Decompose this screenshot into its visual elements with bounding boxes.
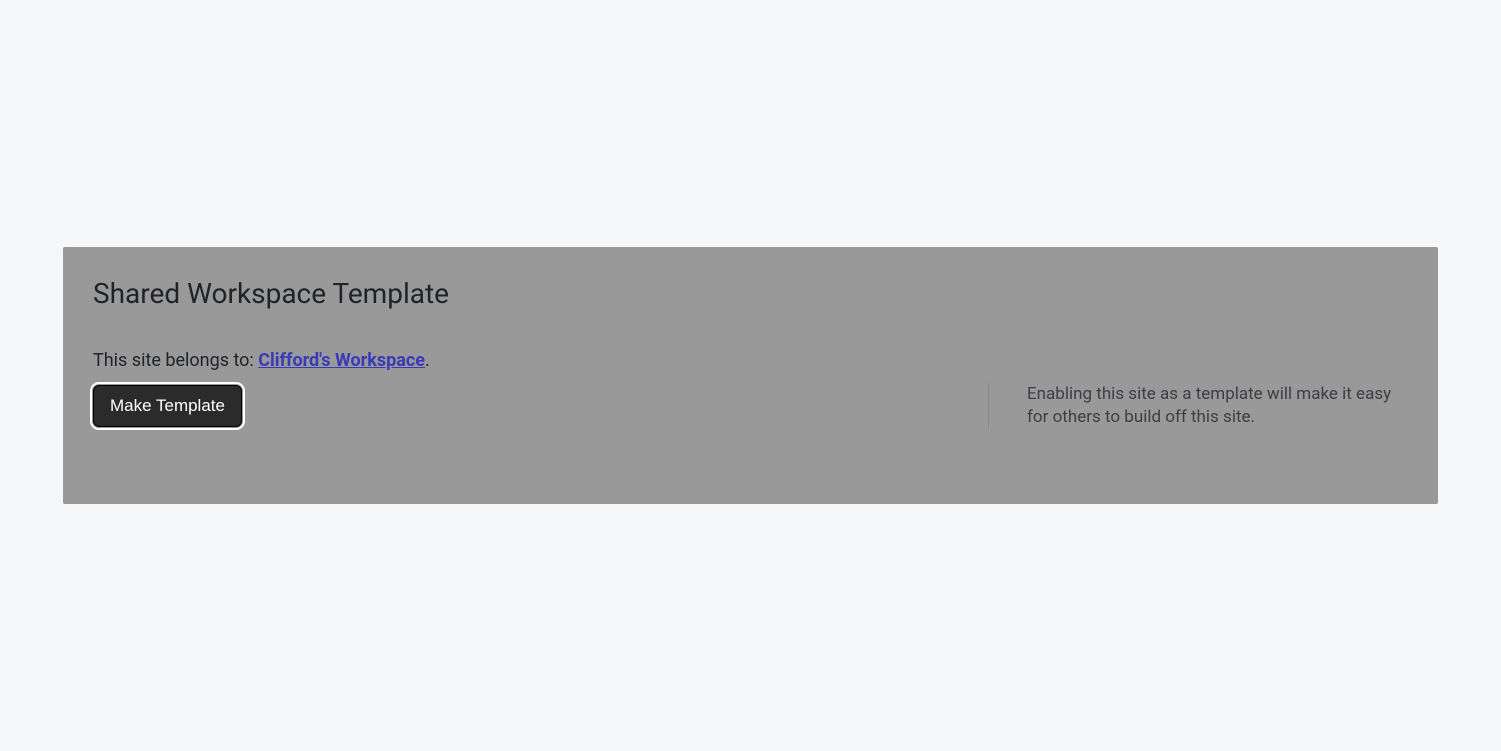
make-template-button[interactable]: Make Template <box>93 385 242 427</box>
content-row: Make Template Enabling this site as a te… <box>93 385 1408 429</box>
shared-workspace-template-panel: Shared Workspace Template This site belo… <box>63 247 1438 504</box>
panel-title: Shared Workspace Template <box>93 277 1408 310</box>
help-text: Enabling this site as a template will ma… <box>1027 383 1408 429</box>
help-column: Enabling this site as a template will ma… <box>988 383 1408 429</box>
workspace-link[interactable]: Clifford's Workspace <box>258 350 425 371</box>
belongs-suffix: . <box>425 350 430 371</box>
belongs-prefix: This site belongs to: <box>93 350 258 371</box>
action-column: Make Template <box>93 385 988 427</box>
belongs-to-text: This site belongs to: Clifford's Workspa… <box>93 350 1408 371</box>
